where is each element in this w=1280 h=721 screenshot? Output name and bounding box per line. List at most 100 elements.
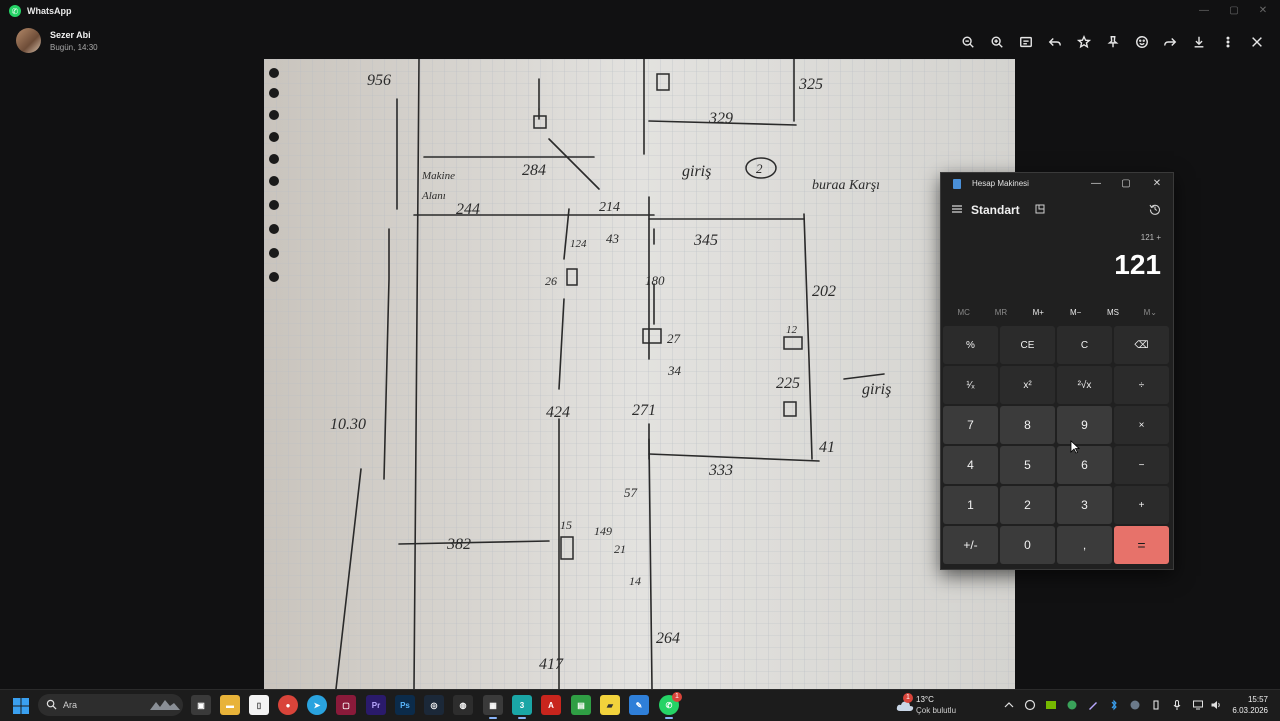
- avatar[interactable]: [16, 28, 41, 53]
- task-view-icon[interactable]: ▣: [191, 695, 211, 715]
- emoji-react-icon[interactable]: [1133, 33, 1151, 51]
- sketch-label: 14: [629, 574, 641, 588]
- hamburger-menu-icon[interactable]: [951, 203, 963, 215]
- backspace-key[interactable]: ⌫: [1114, 326, 1169, 364]
- reply-icon[interactable]: [1046, 33, 1064, 51]
- digit-0-key[interactable]: 0: [1000, 526, 1055, 564]
- app-3-icon[interactable]: 3: [512, 695, 532, 719]
- nvidia-icon[interactable]: [1045, 699, 1057, 711]
- sketch-label: buraa Karşı: [812, 178, 880, 193]
- calculator-taskbar-icon[interactable]: ▦: [483, 695, 503, 719]
- clock-time[interactable]: 15:57: [1244, 695, 1268, 704]
- calc-maximize-button[interactable]: ▢: [1118, 177, 1134, 191]
- digit-3-key[interactable]: 3: [1057, 486, 1112, 524]
- history-icon[interactable]: [1149, 203, 1161, 215]
- memory-clear-button[interactable]: MC: [945, 305, 982, 321]
- premiere-icon[interactable]: Pr: [366, 695, 386, 715]
- negate-key[interactable]: +/-: [943, 526, 998, 564]
- memory-store-button[interactable]: MS: [1094, 305, 1131, 321]
- support-icon[interactable]: ◍: [453, 695, 473, 715]
- microphone-icon[interactable]: [1171, 699, 1183, 711]
- zoom-in-icon[interactable]: [988, 33, 1006, 51]
- sketch-label: Makine: [421, 170, 455, 182]
- media-app-icon[interactable]: ▢: [336, 695, 356, 715]
- digit-2-key[interactable]: 2: [1000, 486, 1055, 524]
- sketch-label: 124: [570, 238, 587, 250]
- document-icon[interactable]: ▯: [249, 695, 269, 715]
- network-icon[interactable]: [1192, 699, 1204, 711]
- keep-on-top-icon[interactable]: [1035, 204, 1045, 214]
- digit-4-key[interactable]: 4: [943, 446, 998, 484]
- minimize-button[interactable]: —: [1197, 4, 1211, 18]
- memory-add-button[interactable]: M+: [1020, 305, 1057, 321]
- clear-key[interactable]: C: [1057, 326, 1112, 364]
- weather-temperature: 13°C: [916, 695, 934, 704]
- taskbar: Ara ▣ ▬ ▯ ● ➤ ▢ Pr Ps ◎ ◍ ▦ 3 A ▤ ▰ ✎ ✆ …: [0, 689, 1280, 721]
- close-viewer-icon[interactable]: [1248, 33, 1266, 51]
- chevron-up-icon[interactable]: [1003, 699, 1015, 711]
- more-options-icon[interactable]: [1219, 33, 1237, 51]
- star-icon[interactable]: [1075, 33, 1093, 51]
- digit-5-key[interactable]: 5: [1000, 446, 1055, 484]
- calc-close-button[interactable]: ✕: [1149, 177, 1165, 191]
- bluetooth-icon[interactable]: [1108, 699, 1120, 711]
- digit-9-key[interactable]: 9: [1057, 406, 1112, 444]
- pin-icon[interactable]: [1104, 33, 1122, 51]
- tray-app-icon[interactable]: [1024, 699, 1036, 711]
- file-explorer-icon[interactable]: ▬: [220, 695, 240, 715]
- memory-recall-button[interactable]: MR: [982, 305, 1019, 321]
- sketch-label: 149: [594, 524, 612, 538]
- taskbar-search[interactable]: Ara: [38, 694, 183, 716]
- clock-date[interactable]: 6.03.2026: [1232, 706, 1268, 715]
- sketch-photo: 956 325 329 giriş 2 Makine Alanı 284 244…: [264, 59, 1015, 689]
- usb-icon[interactable]: [1150, 699, 1162, 711]
- sketch-label: 244: [456, 201, 480, 218]
- sticky-notes-icon[interactable]: ▰: [600, 695, 620, 715]
- acrobat-icon[interactable]: A: [541, 695, 561, 715]
- download-icon[interactable]: [1190, 33, 1208, 51]
- forward-icon[interactable]: [1161, 33, 1179, 51]
- square-key[interactable]: x²: [1000, 366, 1055, 404]
- green-app-icon[interactable]: [1066, 699, 1078, 711]
- square-root-key[interactable]: ²√x: [1057, 366, 1112, 404]
- calculator-titlebar[interactable]: Hesap Makinesi — ▢ ✕: [941, 173, 1173, 195]
- clear-entry-key[interactable]: CE: [1000, 326, 1055, 364]
- digit-8-key[interactable]: 8: [1000, 406, 1055, 444]
- zoom-out-icon[interactable]: [959, 33, 977, 51]
- steam-icon[interactable]: ◎: [424, 695, 444, 715]
- equals-key[interactable]: =: [1114, 526, 1169, 564]
- digit-6-key[interactable]: 6: [1057, 446, 1112, 484]
- sketch-label: 41: [819, 439, 835, 456]
- windows-start-icon[interactable]: [13, 698, 29, 714]
- go-to-message-icon[interactable]: [1017, 33, 1035, 51]
- weather-badge: 1: [903, 693, 913, 703]
- chrome-icon[interactable]: ●: [278, 695, 298, 715]
- volume-icon[interactable]: [1210, 699, 1222, 711]
- digit-1-key[interactable]: 1: [943, 486, 998, 524]
- sketch-label: 325: [798, 76, 823, 93]
- sketch-label: 10.30: [330, 416, 366, 433]
- sender-time: Bugün, 14:30: [50, 43, 98, 52]
- whatsapp-logo-icon: ✆: [9, 5, 21, 17]
- telegram-icon[interactable]: ➤: [307, 695, 327, 715]
- calc-minimize-button[interactable]: —: [1088, 177, 1104, 191]
- pen-icon[interactable]: [1087, 699, 1099, 711]
- weather-widget[interactable]: 1 13°C Çok bulutlu: [896, 693, 976, 719]
- reciprocal-key[interactable]: ¹⁄ₓ: [943, 366, 998, 404]
- divide-key[interactable]: ÷: [1114, 366, 1169, 404]
- photoshop-icon[interactable]: Ps: [395, 695, 415, 715]
- sketch-label: 2: [756, 161, 763, 176]
- paint-icon[interactable]: ✎: [629, 695, 649, 715]
- decimal-key[interactable]: ,: [1057, 526, 1112, 564]
- memory-list-button[interactable]: M⌄: [1132, 305, 1169, 321]
- percent-key[interactable]: %: [943, 326, 998, 364]
- utility-app-icon[interactable]: ▤: [571, 695, 591, 715]
- memory-subtract-button[interactable]: M−: [1057, 305, 1094, 321]
- add-key[interactable]: +: [1114, 486, 1169, 524]
- digit-7-key[interactable]: 7: [943, 406, 998, 444]
- steam-tray-icon[interactable]: [1129, 699, 1141, 711]
- maximize-button[interactable]: ▢: [1227, 4, 1241, 18]
- close-window-button[interactable]: ✕: [1256, 4, 1270, 18]
- subtract-key[interactable]: −: [1114, 446, 1169, 484]
- multiply-key[interactable]: ×: [1114, 406, 1169, 444]
